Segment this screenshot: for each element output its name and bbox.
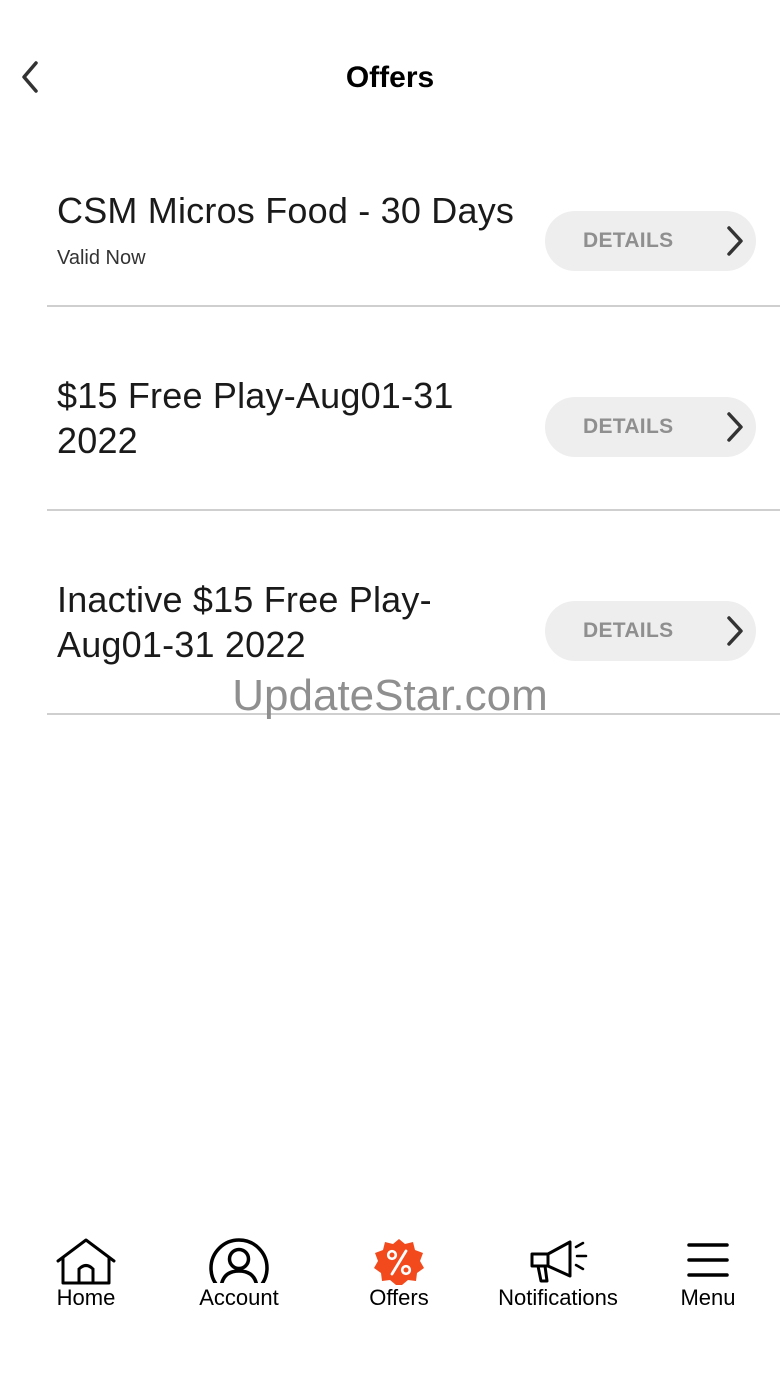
megaphone-icon — [530, 1240, 588, 1283]
offer-text: Inactive $15 Free Play-Aug01-31 2022 — [57, 577, 517, 667]
offer-text: $15 Free Play-Aug01-31 2022 — [57, 373, 517, 463]
offer-row[interactable]: $15 Free Play-Aug01-31 2022 DETAILS — [47, 307, 780, 511]
details-label: DETAILS — [583, 229, 674, 252]
tab-label: Account — [199, 1285, 279, 1310]
offer-text: CSM Micros Food - 30 Days Valid Now — [57, 188, 517, 271]
chevron-right-icon — [727, 226, 743, 256]
offer-title: $15 Free Play-Aug01-31 2022 — [57, 375, 454, 461]
offer-row[interactable]: CSM Micros Food - 30 Days Valid Now DETA… — [47, 150, 780, 307]
tab-account[interactable]: Account — [184, 1225, 294, 1325]
offer-title: CSM Micros Food - 30 Days — [57, 190, 515, 231]
tab-menu[interactable]: Menu — [666, 1225, 750, 1325]
percent-badge-icon — [374, 1239, 424, 1285]
account-icon — [209, 1238, 269, 1283]
offer-status: Valid Now — [57, 247, 146, 269]
tab-home[interactable]: Home — [36, 1225, 136, 1325]
header: Offers — [0, 0, 780, 150]
tab-label: Notifications — [498, 1285, 618, 1310]
details-label: DETAILS — [583, 415, 674, 438]
details-button[interactable]: DETAILS — [545, 601, 756, 661]
offer-title: Inactive $15 Free Play-Aug01-31 2022 — [57, 579, 432, 665]
details-button[interactable]: DETAILS — [545, 211, 756, 271]
tab-label: Offers — [369, 1285, 429, 1310]
tab-bar: Home Account Offers Notifications Menu — [0, 1225, 780, 1335]
tab-label: Home — [56, 1285, 116, 1310]
home-icon — [56, 1238, 116, 1285]
tab-offers[interactable]: Offers — [349, 1225, 449, 1325]
chevron-right-icon — [727, 412, 743, 442]
watermark: UpdateStar.com — [232, 671, 548, 720]
chevron-right-icon — [727, 616, 743, 646]
tab-notifications[interactable]: Notifications — [488, 1225, 628, 1325]
details-label: DETAILS — [583, 619, 674, 642]
page-title: Offers — [345, 61, 435, 94]
details-button[interactable]: DETAILS — [545, 397, 756, 457]
tab-label: Menu — [680, 1285, 736, 1310]
hamburger-menu-icon — [687, 1243, 729, 1277]
